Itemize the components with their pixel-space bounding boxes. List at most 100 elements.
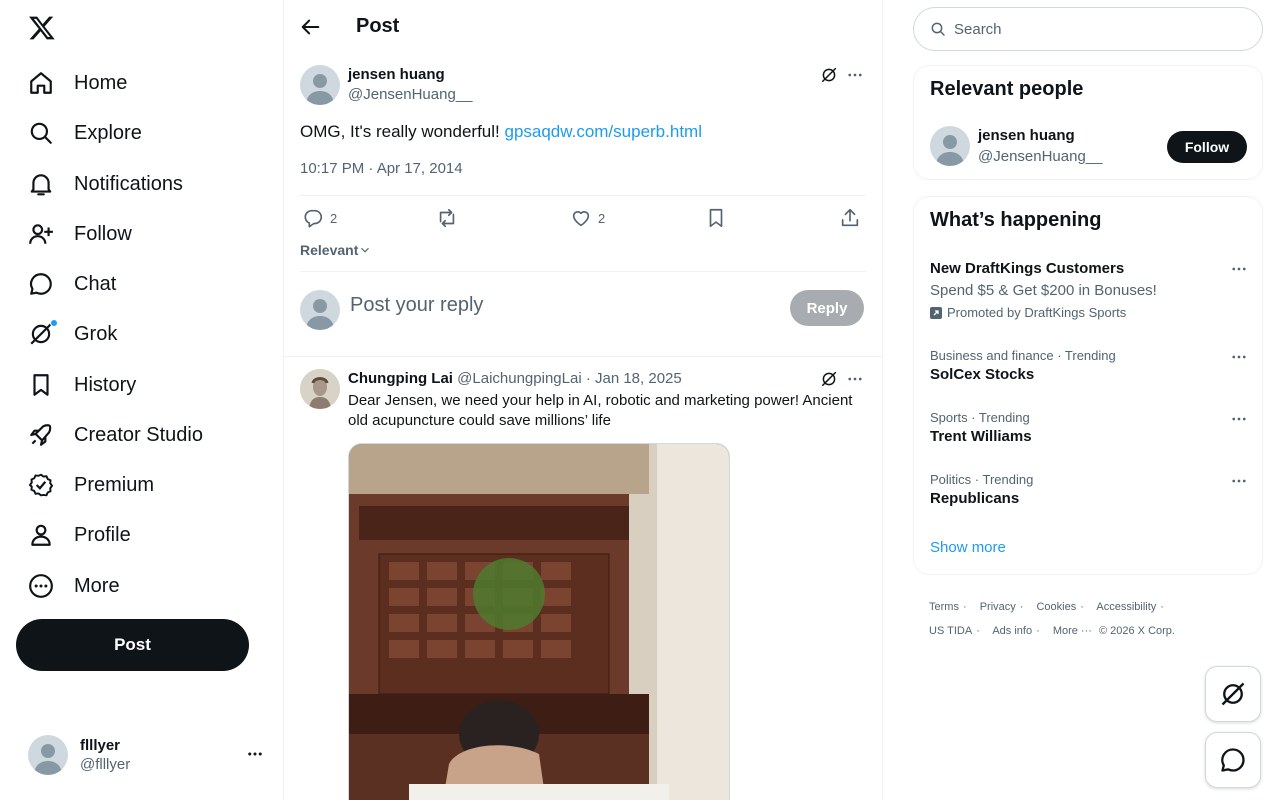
bookmark-icon <box>705 207 727 229</box>
post-text-body: OMG, It's really wonderful! <box>300 122 505 141</box>
footer-link[interactable]: More ··· <box>1053 625 1092 637</box>
nav-premium[interactable]: Premium <box>28 463 154 507</box>
post-link[interactable]: gpsaqdw.com/superb.html <box>504 122 702 141</box>
post-author-name[interactable]: jensen huang <box>348 66 445 83</box>
trend-item[interactable]: Sports · Trending Trent Williams <box>930 410 1248 445</box>
relevant-person-avatar[interactable] <box>930 126 970 166</box>
reply-count: 2 <box>330 210 338 226</box>
nav-home[interactable]: Home <box>28 61 127 105</box>
nav-notifications[interactable]: Notifications <box>28 162 183 206</box>
grok-icon <box>1219 680 1247 708</box>
reply-button[interactable]: Reply <box>790 290 864 326</box>
reply-input[interactable]: Post your reply <box>350 294 750 317</box>
messages-float-button[interactable] <box>1205 732 1261 788</box>
comment-photo[interactable] <box>348 443 730 800</box>
share-icon <box>839 207 861 229</box>
comment-text: Dear Jensen, we need your help in AI, ro… <box>348 392 853 429</box>
chevron-down-icon <box>358 243 372 257</box>
bookmark-icon <box>28 372 54 398</box>
nav-chat[interactable]: Chat <box>28 262 116 306</box>
nav-history-label: History <box>74 373 137 396</box>
trend-title: Trent Williams <box>930 428 1032 445</box>
trend-item[interactable]: Politics · Trending Republicans <box>930 472 1248 507</box>
account-switcher[interactable]: flllyer @flllyer <box>28 733 268 777</box>
footer-link[interactable]: Privacy <box>980 601 1016 613</box>
search-icon <box>28 120 54 146</box>
verified-badge-icon <box>28 472 54 498</box>
trend-category: Sports · Trending <box>930 410 1030 425</box>
nav-follow[interactable]: Follow <box>28 212 132 256</box>
relevant-person-handle[interactable]: @JensenHuang__ <box>978 148 1102 165</box>
grok-float-button[interactable] <box>1205 666 1261 722</box>
bookmark-action[interactable] <box>705 207 727 229</box>
show-more-link[interactable]: Show more <box>930 539 1006 556</box>
footer-link[interactable]: US TIDA <box>929 625 972 637</box>
like-action[interactable]: 2 <box>570 207 605 229</box>
grok-icon <box>28 319 58 347</box>
relevant-people-card: Relevant people jensen huang @JensenHuan… <box>913 65 1263 180</box>
reply-sort-label: Relevant <box>300 242 359 258</box>
nav-more[interactable]: More <box>28 564 120 608</box>
reply-icon <box>302 207 324 229</box>
chat-bubble-icon <box>1219 746 1247 774</box>
more-dots-icon[interactable] <box>1230 410 1248 428</box>
comment-author-handle[interactable]: @LaichungpingLai <box>457 370 582 387</box>
post-author-handle[interactable]: @JensenHuang__ <box>348 86 472 103</box>
whats-happening-title: What’s happening <box>930 209 1102 231</box>
nav-more-label: More <box>74 574 120 597</box>
repost-action[interactable] <box>436 207 464 229</box>
footer-link[interactable]: Accessibility <box>1096 601 1156 613</box>
comment-author-name[interactable]: Chungping Lai <box>348 370 453 387</box>
post-button[interactable]: Post <box>16 619 249 671</box>
post-author-avatar[interactable] <box>300 65 340 105</box>
back-arrow-icon[interactable] <box>300 16 322 38</box>
relevant-people-title: Relevant people <box>930 78 1084 100</box>
grok-icon[interactable] <box>820 370 838 388</box>
more-dots-icon[interactable] <box>1230 260 1248 278</box>
more-dots-icon[interactable] <box>846 370 864 388</box>
comment-date[interactable]: · Jan 18, 2025 <box>586 370 682 387</box>
more-dots-icon[interactable] <box>846 66 864 84</box>
whats-happening-card: What’s happening New DraftKings Customer… <box>913 196 1263 575</box>
relevant-person-name[interactable]: jensen huang <box>978 127 1075 144</box>
share-action[interactable] <box>839 207 861 229</box>
reply-sort-dropdown[interactable]: Relevant <box>300 242 372 258</box>
footer-links: Terms · Privacy · Cookies · Accessibility · … <box>929 601 1175 637</box>
search-input[interactable] <box>954 20 1244 38</box>
nav-grok[interactable]: Grok <box>28 312 117 356</box>
promoted-trend[interactable]: New DraftKings Customers Spend $5 & Get … <box>930 260 1248 320</box>
avatar <box>28 735 68 775</box>
more-dots-icon[interactable] <box>246 745 264 763</box>
account-name: flllyer <box>80 737 121 754</box>
ad-promoted-line: Promoted by DraftKings Sports <box>930 305 1248 320</box>
nav-history[interactable]: History <box>28 363 136 407</box>
nav-explore[interactable]: Explore <box>28 111 142 155</box>
nav-chat-label: Chat <box>74 272 117 295</box>
nav-creator-studio[interactable]: Creator Studio <box>28 413 203 457</box>
footer-link[interactable]: Ads info <box>992 625 1032 637</box>
nav-profile[interactable]: Profile <box>28 513 131 557</box>
reply-action[interactable]: 2 <box>302 207 337 229</box>
more-dots-icon[interactable] <box>1230 472 1248 490</box>
post-timestamp[interactable]: 10:17 PM · Apr 17, 2014 <box>300 160 463 177</box>
footer-link[interactable]: Terms <box>929 601 959 613</box>
page-title: Post <box>356 15 400 37</box>
ad-title: New DraftKings Customers <box>930 260 1125 277</box>
home-icon <box>28 70 54 96</box>
search-box[interactable] <box>913 7 1263 51</box>
bell-icon <box>28 171 54 197</box>
post-actions: 2 2 <box>302 207 868 231</box>
divider <box>300 195 866 196</box>
comment-author-avatar[interactable] <box>300 369 340 409</box>
follow-button[interactable]: Follow <box>1167 131 1247 163</box>
trend-item[interactable]: Business and finance · Trending SolCex S… <box>930 348 1248 383</box>
more-dots-icon[interactable] <box>1230 348 1248 366</box>
trend-title: SolCex Stocks <box>930 366 1035 383</box>
notification-dot <box>50 319 58 327</box>
nav-follow-label: Follow <box>74 222 132 245</box>
nav-grok-label: Grok <box>74 322 118 345</box>
nav-home-label: Home <box>74 71 128 94</box>
x-logo-icon[interactable] <box>28 14 56 42</box>
footer-link[interactable]: Cookies <box>1036 601 1076 613</box>
grok-icon[interactable] <box>820 66 838 84</box>
